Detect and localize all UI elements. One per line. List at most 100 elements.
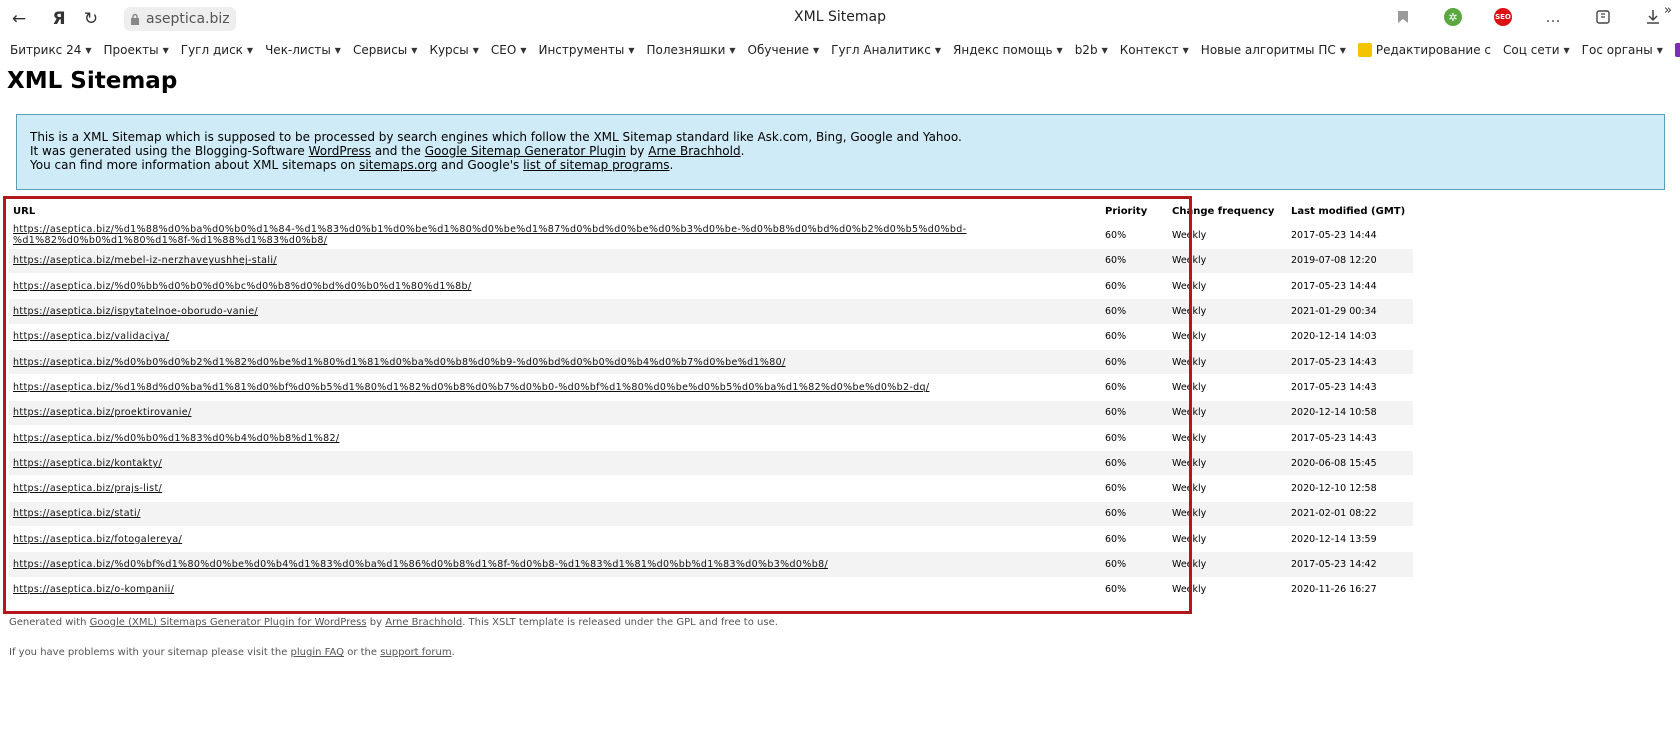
url-cell: https://aseptica.biz/%d1%88%d0%ba%d0%b0%…	[9, 223, 1101, 249]
bookmark-item[interactable]: Чек-листы ▼	[265, 43, 341, 57]
address-bar[interactable]: aseptica.biz	[124, 7, 236, 31]
priority-cell: 60%	[1101, 526, 1168, 553]
last-modified-cell: 2019-07-08 12:20	[1287, 248, 1413, 275]
reload-icon[interactable]: ↻	[80, 8, 102, 30]
toolbar-right: ✲ SEO …	[1392, 6, 1664, 28]
table-row: https://aseptica.biz/o-kompanii/60% Weekl…	[9, 577, 1413, 603]
frequency-cell: Weekly	[1168, 475, 1287, 502]
plugin-faq-link[interactable]: plugin FAQ	[291, 647, 344, 658]
frequency-cell: Weekly	[1168, 526, 1287, 553]
support-forum-link[interactable]: support forum	[380, 647, 451, 658]
address-host: aseptica.biz	[146, 11, 230, 27]
more-icon[interactable]: …	[1542, 6, 1564, 28]
url-link[interactable]: https://aseptica.biz/validaciya/	[13, 331, 169, 342]
url-cell: https://aseptica.biz/%d0%bf%d1%80%d0%be%…	[9, 551, 1101, 578]
last-modified-cell: 2021-02-01 08:22	[1287, 501, 1413, 528]
table-row: https://aseptica.biz/%d0%b0%d0%b2%d1%82%…	[9, 349, 1413, 376]
footer-text: .	[451, 647, 455, 658]
url-link[interactable]: https://aseptica.biz/%d0%bb%d0%b0%d0%bc%…	[13, 281, 471, 292]
url-link[interactable]: https://aseptica.biz/%d0%b0%d1%83%d0%b4%…	[13, 433, 339, 444]
footer-author-link[interactable]: Arne Brachhold	[385, 617, 462, 628]
wordpress-link[interactable]: WordPress	[309, 144, 371, 158]
bookmark-item[interactable]: Сервисы ▼	[353, 43, 417, 57]
url-link[interactable]: https://aseptica.biz/proektirovanie/	[13, 407, 192, 418]
bookmarks-more-icon[interactable]: »	[1664, 3, 1672, 18]
bookmark-item[interactable]: Гос органы ▼	[1582, 43, 1663, 57]
download-icon[interactable]	[1642, 6, 1664, 28]
url-link[interactable]: https://aseptica.biz/o-kompanii/	[13, 584, 174, 595]
url-cell: https://aseptica.biz/kontakty/	[9, 450, 1101, 477]
bookmark-label: Редактирование с	[1375, 43, 1492, 57]
bookmark-item[interactable]: Гугл Аналитикс ▼	[831, 43, 941, 57]
intro-text: by	[625, 144, 649, 158]
sitemaps-org-link[interactable]: sitemaps.org	[359, 158, 437, 172]
priority-cell: 60%	[1101, 551, 1168, 578]
last-modified-cell: 2017-05-23 14:42	[1287, 551, 1413, 578]
footer-text: . This XSLT template is released under t…	[462, 617, 778, 628]
caret-down-icon: ▼	[729, 45, 736, 55]
bookmark-item[interactable]: Полезняшки ▼	[647, 43, 736, 57]
intro-line-1: This is a XML Sitemap which is supposed …	[30, 130, 962, 144]
priority-cell: 60%	[1101, 248, 1168, 275]
url-link[interactable]: https://aseptica.biz/kontakty/	[13, 458, 162, 469]
yandex-logo-icon[interactable]: Я	[48, 8, 70, 30]
caret-down-icon: ▼	[1101, 45, 1108, 55]
bookmark-label: Битрикс 24	[10, 43, 82, 57]
bookmarks-bar: Битрикс 24 ▼ Проекты ▼ Гугл диск ▼ Чек-листы ▼ С…	[0, 38, 1680, 62]
bookmark-label: СЕО	[490, 43, 517, 57]
table-row: https://aseptica.biz/kontakty/60% Weekly 2…	[9, 450, 1413, 477]
bookmark-item[interactable]: Новые алгоритмы ПС ▼	[1201, 43, 1346, 57]
generator-plugin-link[interactable]: Google (XML) Sitemaps Generator Plugin f…	[90, 617, 367, 628]
bookmark-item[interactable]: Битрикс 24 ▼	[10, 43, 92, 57]
url-link[interactable]: https://aseptica.biz/mebel-iz-nerzhaveyu…	[13, 255, 277, 266]
table-row: https://aseptica.biz/%d0%bf%d1%80%d0%be%…	[9, 551, 1413, 578]
bookmark-item[interactable]: Инструменты ▼	[538, 43, 634, 57]
bookmark-item[interactable]: Результат	[1674, 43, 1680, 57]
extension-green-icon[interactable]: ✲	[1442, 6, 1464, 28]
bookmark-item[interactable]: Редактирование с	[1357, 43, 1492, 57]
bookmark-item[interactable]: СЕО ▼	[491, 43, 527, 57]
table-row: https://aseptica.biz/validaciya/60% Weekl…	[9, 324, 1413, 350]
bookmark-item[interactable]: Гугл диск ▼	[181, 43, 253, 57]
url-link[interactable]: https://aseptica.biz/%d1%8d%d0%ba%d1%81%…	[13, 382, 929, 393]
bookmark-item[interactable]: Курсы ▼	[429, 43, 478, 57]
caret-down-icon: ▼	[1563, 45, 1570, 55]
frequency-cell: Weekly	[1168, 273, 1287, 300]
url-link[interactable]: https://aseptica.biz/stati/	[13, 508, 141, 519]
sitemap-programs-link[interactable]: list of sitemap programs	[523, 158, 669, 172]
browser-toolbar: ← Я ↻ aseptica.biz XML Sitemap ✲ SEO …	[0, 0, 1680, 38]
bookmark-item[interactable]: Контекст ▼	[1120, 43, 1189, 57]
sitemap-table: URL Priority Change frequency Last modif…	[9, 199, 1413, 603]
collections-icon[interactable]	[1592, 6, 1614, 28]
table-row: https://aseptica.biz/prajs-list/60% Weekl…	[9, 475, 1413, 502]
bookmark-label: Гугл диск	[180, 43, 243, 57]
bookmark-label: Полезняшки	[646, 43, 726, 57]
url-link[interactable]: https://aseptica.biz/%d0%b0%d0%b2%d1%82%…	[13, 357, 786, 368]
url-link[interactable]: https://aseptica.biz/%d0%bf%d1%80%d0%be%…	[13, 559, 828, 570]
bookmark-icon[interactable]	[1392, 6, 1414, 28]
url-cell: https://aseptica.biz/o-kompanii/	[9, 577, 1101, 603]
bookmark-label: Проекты	[103, 43, 159, 57]
header-last-modified: Last modified (GMT)	[1291, 205, 1406, 217]
frequency-cell: Weekly	[1168, 349, 1287, 376]
sitemap-generator-link[interactable]: Google Sitemap Generator Plugin	[425, 144, 626, 158]
extension-seo-icon[interactable]: SEO	[1492, 6, 1514, 28]
footer-line-2: If you have problems with your sitemap p…	[9, 647, 455, 658]
url-link[interactable]: https://aseptica.biz/prajs-list/	[13, 483, 162, 494]
back-arrow-icon[interactable]: ←	[8, 8, 30, 30]
bookmark-item[interactable]: Соц сети ▼	[1503, 43, 1570, 57]
author-link[interactable]: Arne Brachhold	[648, 144, 740, 158]
frequency-cell: Weekly	[1168, 425, 1287, 452]
url-link[interactable]: https://aseptica.biz/%d1%88%d0%ba%d0%b0%…	[13, 224, 966, 246]
bookmark-item[interactable]: Проекты ▼	[104, 43, 169, 57]
bookmark-item[interactable]: Обучение ▼	[748, 43, 820, 57]
header-priority: Priority	[1105, 205, 1148, 217]
caret-down-icon: ▼	[934, 45, 942, 55]
bookmark-item[interactable]: b2b ▼	[1075, 43, 1108, 57]
bookmark-label: Обучение	[747, 43, 809, 57]
last-modified-cell: 2017-05-23 14:43	[1287, 425, 1413, 452]
intro-text: .	[669, 158, 674, 172]
bookmark-item[interactable]: Яндекс помощь ▼	[953, 43, 1063, 57]
url-link[interactable]: https://aseptica.biz/ispytatelnoe-oborud…	[13, 306, 258, 317]
url-link[interactable]: https://aseptica.biz/fotogalereya/	[13, 534, 182, 545]
